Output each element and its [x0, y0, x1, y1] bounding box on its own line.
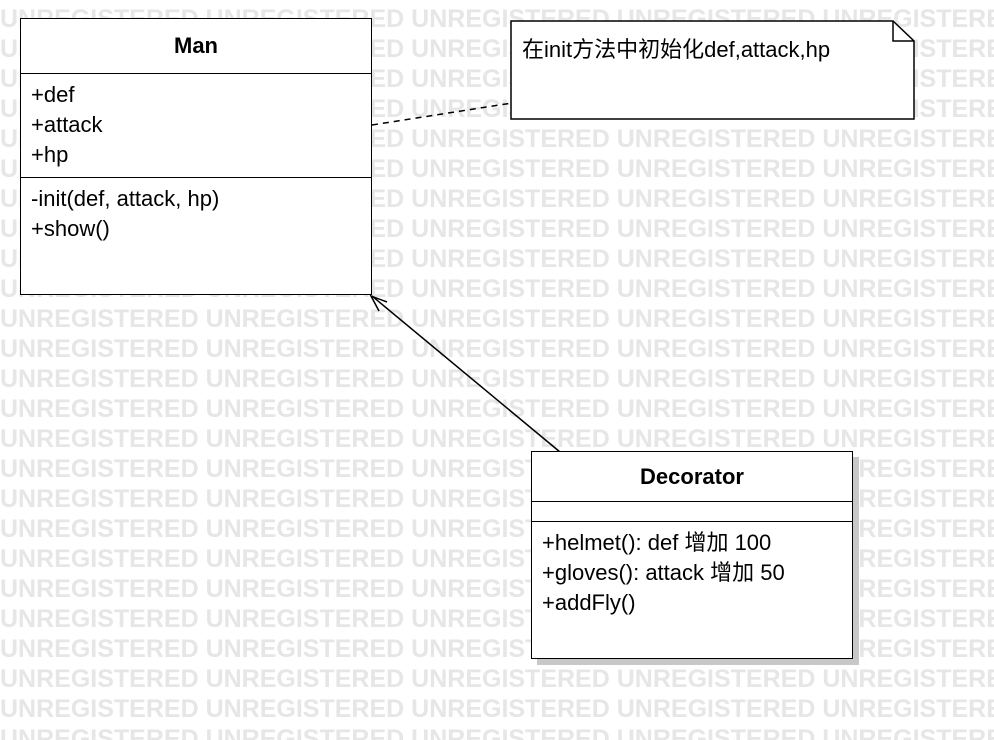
man-attribute: +hp: [31, 142, 69, 167]
note[interactable]: 在init方法中初始化def,attack,hp: [510, 20, 915, 120]
man-operations: -init(def, attack, hp) +show(): [21, 178, 371, 250]
decorator-operation: +gloves(): attack 增加 50: [542, 560, 785, 585]
decorator-attributes: [532, 502, 852, 522]
man-class-name: Man: [21, 19, 371, 74]
note-anchor-line: [371, 102, 513, 126]
decorator-class-name: Decorator: [532, 452, 852, 502]
man-class[interactable]: Man +def +attack +hp -init(def, attack, …: [20, 18, 372, 295]
association-arrowhead: [369, 294, 388, 312]
decorator-class[interactable]: Decorator +helmet(): def 增加 100 +gloves(…: [531, 451, 853, 659]
decorator-operation: +helmet(): def 增加 100: [542, 530, 772, 555]
man-attributes: +def +attack +hp: [21, 74, 371, 178]
decorator-operation: +addFly(): [542, 590, 636, 615]
man-attribute: +def: [31, 82, 75, 107]
note-text: 在init方法中初始化def,attack,hp: [522, 37, 831, 62]
decorator-operations: +helmet(): def 增加 100 +gloves(): attack …: [532, 522, 852, 624]
man-operation: +show(): [31, 216, 110, 241]
man-operation: -init(def, attack, hp): [31, 186, 220, 211]
association-line: [371, 295, 561, 453]
man-attribute: +attack: [31, 112, 103, 137]
